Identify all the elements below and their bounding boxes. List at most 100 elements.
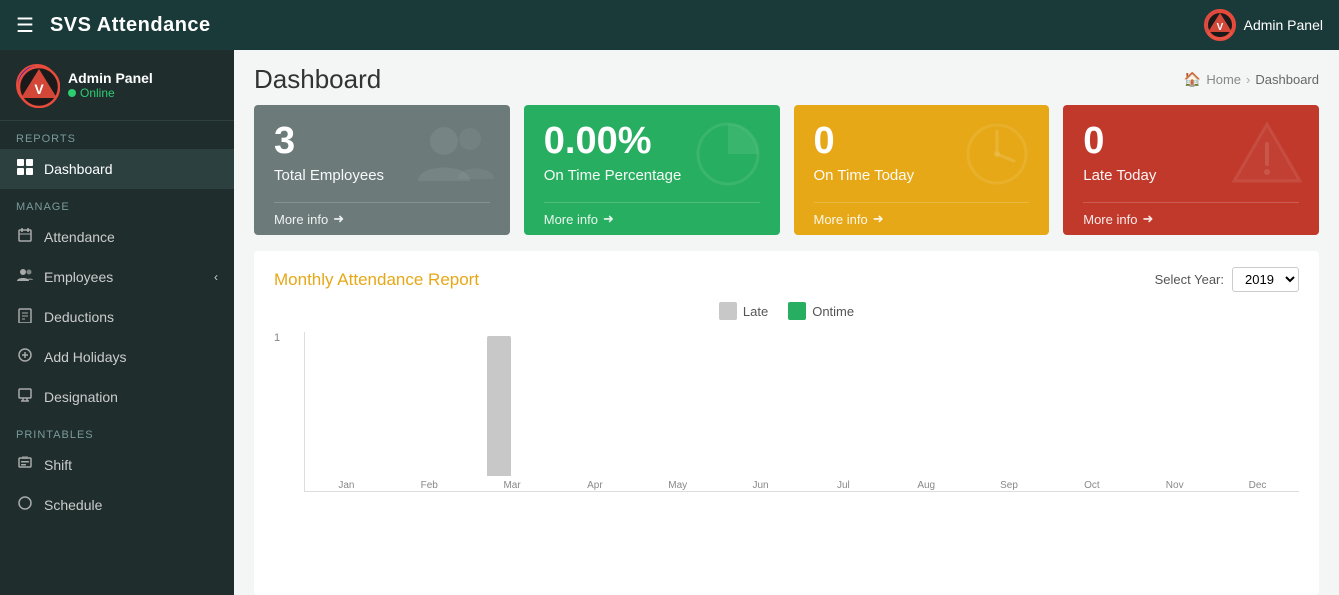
bar-month-oct: Oct: [1084, 480, 1100, 491]
bar-late-mar: [487, 336, 511, 476]
total-employees-label: Total Employees: [274, 167, 490, 184]
bar-month-nov: Nov: [1166, 480, 1184, 491]
attendance-icon: [16, 227, 34, 247]
legend-ontime-label: Ontime: [812, 304, 854, 319]
admin-panel-label: Admin Panel: [1244, 17, 1323, 33]
late-today-label: Late Today: [1083, 167, 1299, 184]
dashboard-icon: [16, 159, 34, 179]
attendance-label: Attendance: [44, 229, 115, 245]
breadcrumb-home[interactable]: Home: [1206, 72, 1241, 87]
total-employees-more-info[interactable]: More info ➜: [274, 202, 490, 235]
stat-card-late-today: 0 Late Today More info ➜: [1063, 105, 1319, 235]
chart-legend: Late Ontime: [274, 302, 1299, 320]
shift-label: Shift: [44, 457, 72, 473]
on-time-percentage-more-info[interactable]: More info ➜: [544, 202, 760, 235]
bar-group-jan: Jan: [305, 336, 388, 491]
sidebar-item-shift[interactable]: Shift: [0, 445, 234, 485]
bar-month-jan: Jan: [338, 480, 354, 491]
sidebar-item-employees[interactable]: Employees ‹: [0, 257, 234, 297]
year-label: Select Year:: [1155, 272, 1224, 287]
bar-group-dec: Dec: [1216, 336, 1299, 491]
deductions-label: Deductions: [44, 309, 114, 325]
legend-late: Late: [719, 302, 768, 320]
bar-group-oct: Oct: [1050, 336, 1133, 491]
chart-section: Monthly Attendance Report Select Year: 2…: [254, 251, 1319, 595]
bar-group-jun: Jun: [719, 336, 802, 491]
sidebar: V Admin Panel Online REPORTS: [0, 50, 234, 595]
sidebar-profile: V Admin Panel Online: [0, 50, 234, 121]
legend-ontime-box: [788, 302, 806, 320]
section-label-manage: MANAGE: [0, 189, 234, 217]
profile-status: Online: [68, 86, 153, 100]
on-time-today-label: On Time Today: [814, 167, 1030, 184]
top-nav-right: V Admin Panel: [1204, 9, 1323, 41]
stat-card-on-time-today: 0 On Time Today More info ➜: [794, 105, 1050, 235]
bar-group-sep: Sep: [968, 336, 1051, 491]
late-today-more-info[interactable]: More info ➜: [1083, 202, 1299, 235]
page-title: Dashboard: [254, 64, 381, 95]
shift-icon: [16, 455, 34, 475]
svg-text:V: V: [34, 81, 44, 97]
employees-chevron-icon: ‹: [214, 270, 218, 284]
designation-label: Designation: [44, 389, 118, 405]
bar-chart-container: 1 Jan Feb Mar Apr May Jun Jul Aug Sep Oct Nov Dec: [274, 332, 1299, 492]
add-holidays-label: Add Holidays: [44, 349, 127, 365]
deductions-icon: [16, 307, 34, 327]
bar-chart: Jan Feb Mar Apr May Jun Jul Aug Sep Oct Nov Dec: [304, 332, 1299, 492]
bar-month-apr: Apr: [587, 480, 603, 491]
breadcrumb-current: Dashboard: [1255, 72, 1319, 87]
sidebar-item-deductions[interactable]: Deductions: [0, 297, 234, 337]
stat-card-total-employees: 3 Total Employees More info ➜: [254, 105, 510, 235]
year-select-input[interactable]: 2019 2018 2017 2020: [1232, 267, 1299, 292]
bar-group-aug: Aug: [885, 336, 968, 491]
bar-group-apr: Apr: [553, 336, 636, 491]
top-nav-avatar: V: [1204, 9, 1236, 41]
on-time-today-more-info[interactable]: More info ➜: [814, 202, 1030, 235]
svg-text:V: V: [1216, 22, 1223, 33]
legend-ontime: Ontime: [788, 302, 854, 320]
section-label-printables: PRINTABLES: [0, 417, 234, 445]
status-dot: [68, 89, 76, 97]
on-time-percentage-label: On Time Percentage: [544, 167, 760, 184]
app-title: SVS Attendance: [50, 14, 211, 37]
warning-bg-icon: [1230, 119, 1305, 200]
main-content: Dashboard 🏠 Home › Dashboard: [234, 50, 1339, 595]
employees-bg-icon: [416, 119, 496, 200]
sidebar-avatar: V: [16, 64, 58, 106]
bar-group-nov: Nov: [1133, 336, 1216, 491]
hamburger-icon[interactable]: ☰: [16, 13, 34, 38]
breadcrumb: 🏠 Home › Dashboard: [1184, 71, 1319, 88]
chart-year-select: Select Year: 2019 2018 2017 2020: [1155, 267, 1299, 292]
stats-row: 3 Total Employees More info ➜ 0.00% On T…: [234, 105, 1339, 251]
bar-month-may: May: [668, 480, 687, 491]
bar-month-sep: Sep: [1000, 480, 1018, 491]
page-header: Dashboard 🏠 Home › Dashboard: [234, 50, 1339, 105]
sidebar-item-dashboard[interactable]: Dashboard: [0, 149, 234, 189]
designation-icon: [16, 387, 34, 407]
bar-group-jul: Jul: [802, 336, 885, 491]
chart-header: Monthly Attendance Report Select Year: 2…: [274, 267, 1299, 292]
bar-month-jun: Jun: [752, 480, 768, 491]
clock-bg-icon: [960, 119, 1035, 200]
y-axis-label: 1: [274, 332, 280, 344]
sidebar-item-schedule[interactable]: Schedule: [0, 485, 234, 525]
sidebar-item-add-holidays[interactable]: Add Holidays: [0, 337, 234, 377]
chart-title: Monthly Attendance Report: [274, 270, 479, 290]
dashboard-label: Dashboard: [44, 161, 113, 177]
stat-card-on-time-percentage: 0.00% On Time Percentage More info ➜: [524, 105, 780, 235]
profile-name: Admin Panel: [68, 70, 153, 86]
percentage-bg-icon: [691, 119, 766, 200]
legend-late-box: [719, 302, 737, 320]
bar-group-feb: Feb: [388, 336, 471, 491]
legend-late-label: Late: [743, 304, 768, 319]
bar-month-jul: Jul: [837, 480, 850, 491]
employees-label: Employees: [44, 269, 113, 285]
sidebar-item-designation[interactable]: Designation: [0, 377, 234, 417]
top-navbar: ☰ SVS Attendance V Admin Panel: [0, 0, 1339, 50]
bar-month-mar: Mar: [503, 480, 520, 491]
schedule-icon: [16, 495, 34, 515]
schedule-label: Schedule: [44, 497, 102, 513]
bar-month-feb: Feb: [421, 480, 438, 491]
sidebar-item-attendance[interactable]: Attendance: [0, 217, 234, 257]
bar-group-may: May: [636, 336, 719, 491]
